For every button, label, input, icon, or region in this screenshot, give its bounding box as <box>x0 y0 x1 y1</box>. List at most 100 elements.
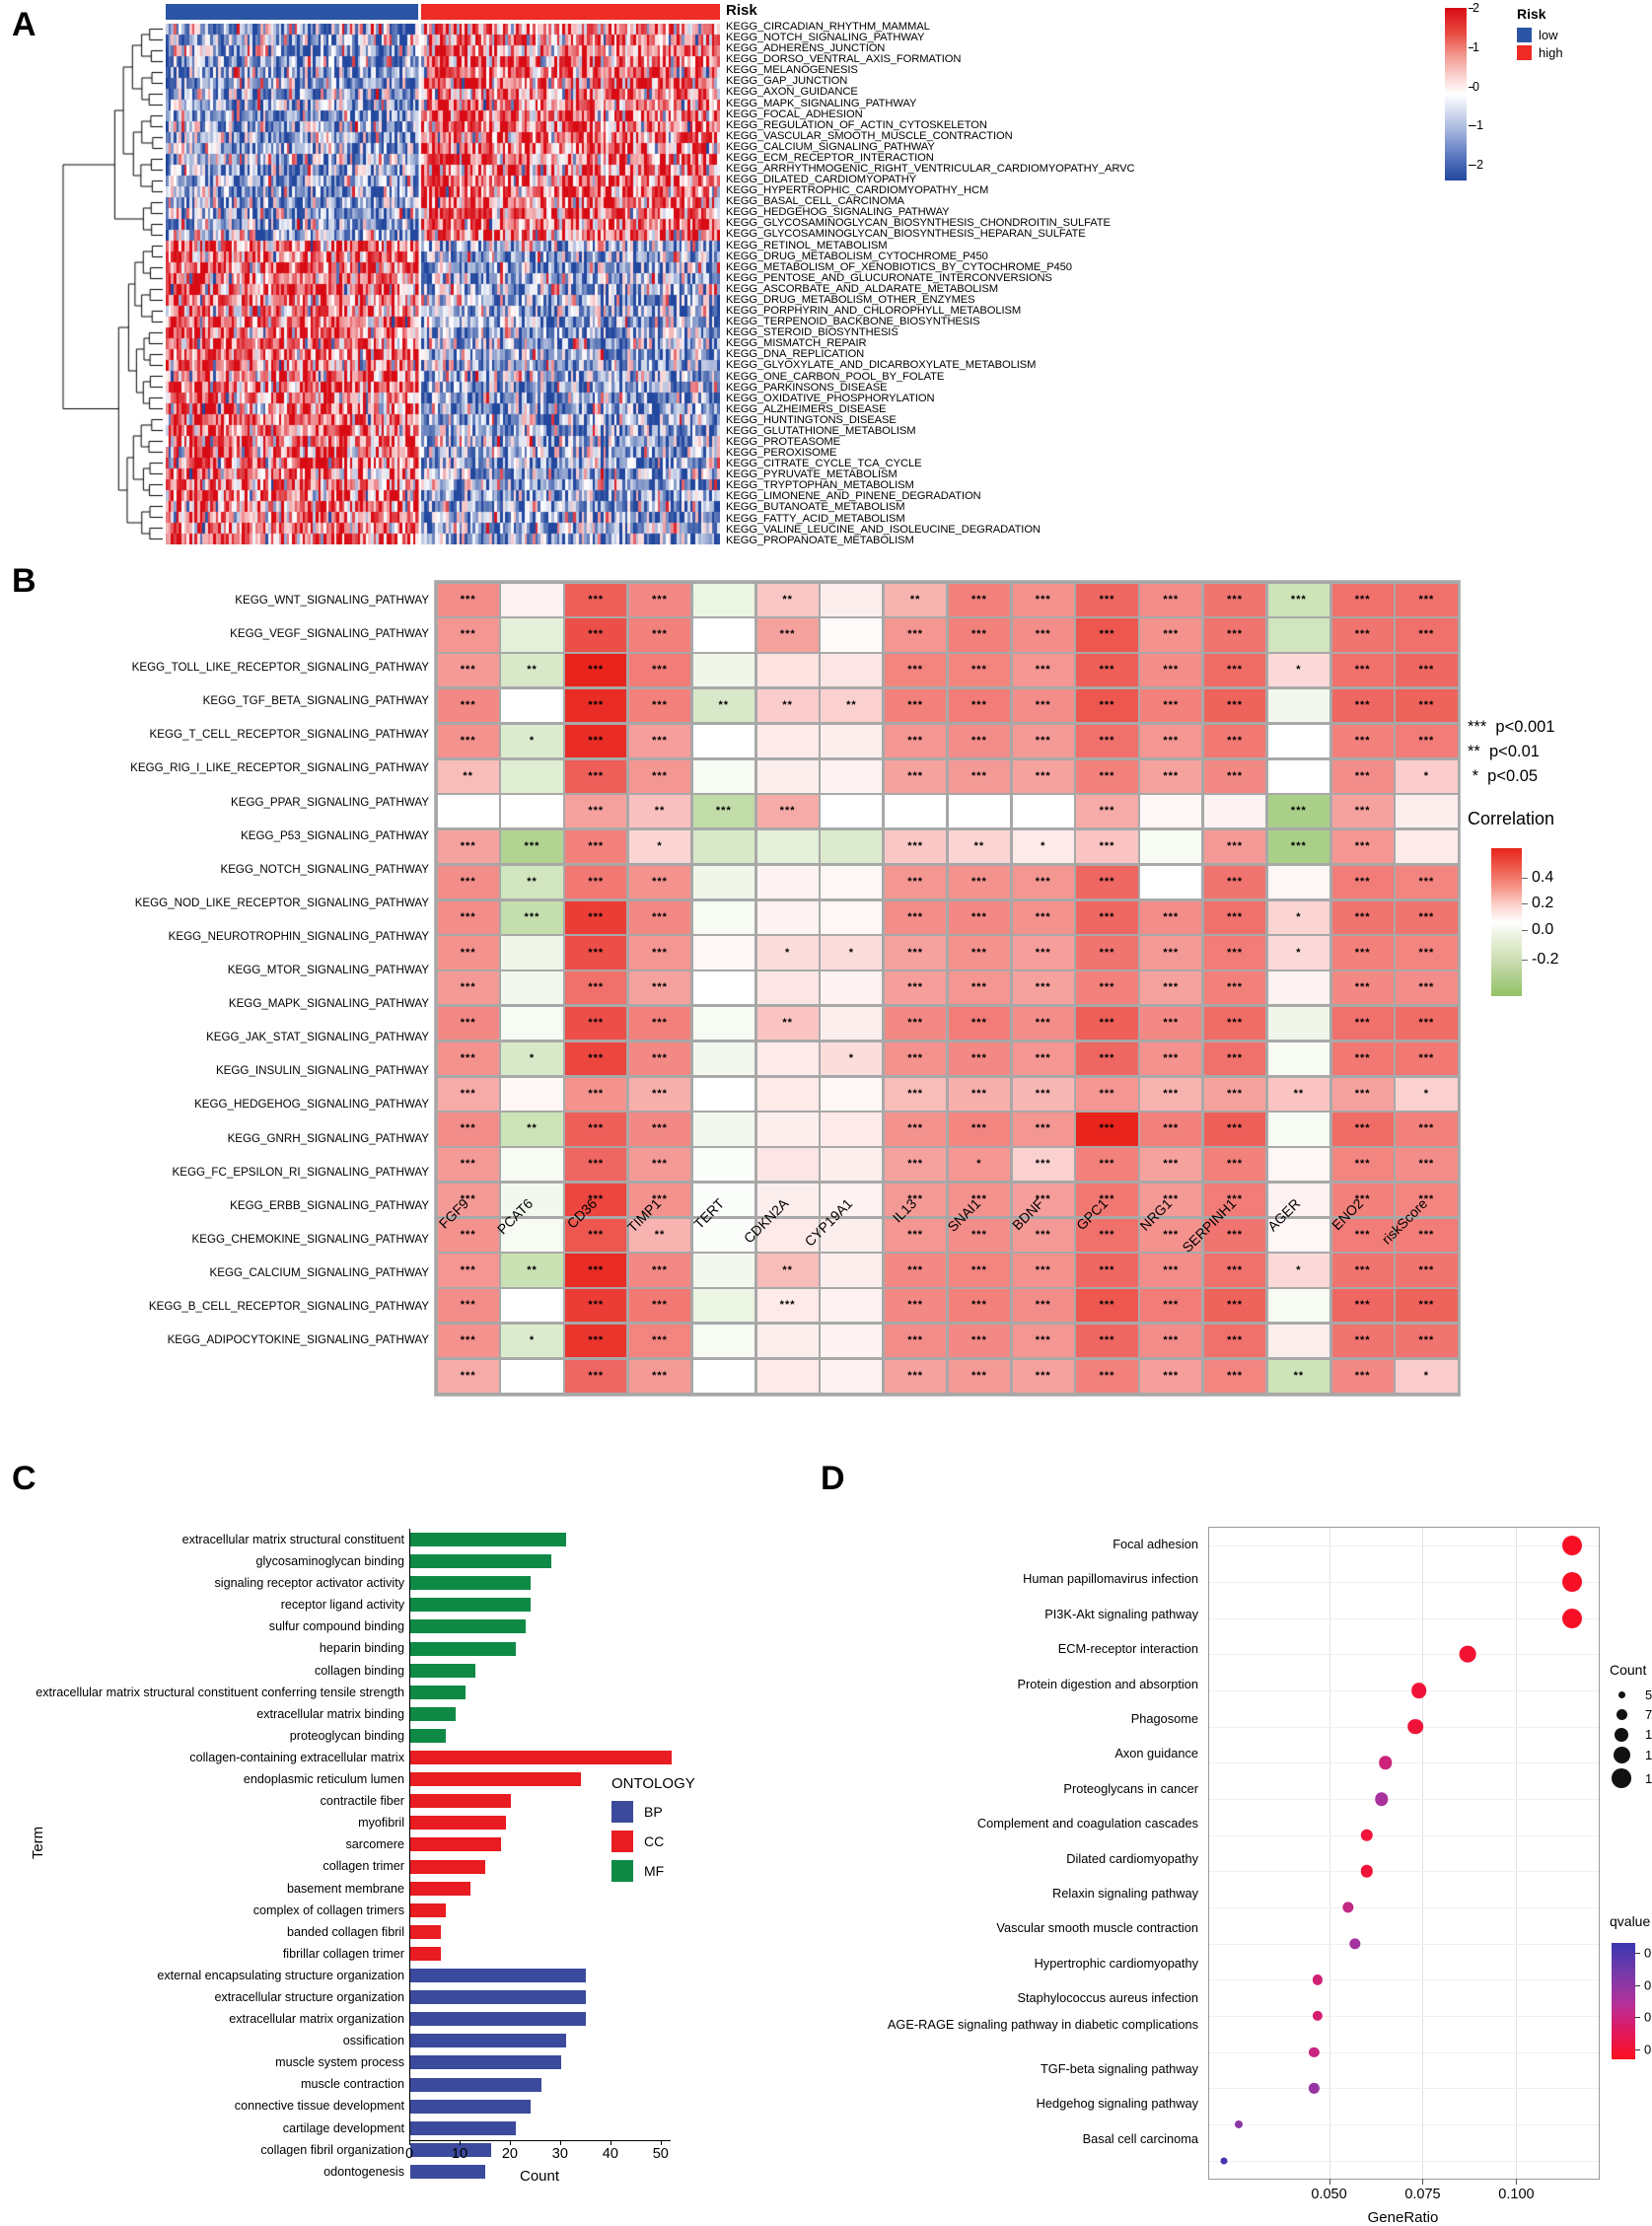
correlation-cell <box>1140 795 1202 828</box>
correlation-cell: *** <box>565 583 627 616</box>
correlation-cell: *** <box>1396 900 1458 934</box>
correlation-tick-label: 0.2 <box>1532 895 1554 912</box>
ontology-legend-item-bp: BP <box>611 1801 695 1823</box>
count-size-legend: Count 5.0 7.5 10.0 12.5 15.0 <box>1610 1662 1652 1793</box>
heatmap-row-label: KEGG_PROPANOATE_METABOLISM <box>726 534 914 546</box>
heatmap-row-label: KEGG_BUTANOATE_METABOLISM <box>726 501 905 514</box>
go-term-label: extracellular matrix binding <box>256 1706 404 1721</box>
kegg-dot <box>1378 1756 1393 1770</box>
go-term-label: proteoglycan binding <box>289 1728 404 1743</box>
correlation-cell: *** <box>1331 654 1394 687</box>
kegg-gridline <box>1516 1528 1518 2179</box>
correlation-cell: *** <box>1012 971 1074 1005</box>
correlation-cell: *** <box>885 1148 947 1182</box>
correlation-cell: *** <box>437 900 499 934</box>
correlation-cell: ** <box>437 759 499 793</box>
correlation-cell: *** <box>1331 795 1394 828</box>
correlation-cell <box>1140 865 1202 899</box>
go-x-tick-label: 20 <box>501 2146 518 2162</box>
correlation-cell: *** <box>1331 936 1394 969</box>
correlation-cell <box>756 865 819 899</box>
correlation-cell: *** <box>1076 654 1138 687</box>
correlation-cell: *** <box>1203 900 1266 934</box>
correlation-cell: *** <box>1203 1006 1266 1041</box>
correlation-cell: *** <box>1076 830 1138 864</box>
correlation-cell: *** <box>1140 1006 1202 1041</box>
correlation-cell <box>756 1041 819 1075</box>
correlation-cell: *** <box>1203 865 1266 899</box>
correlation-cell: *** <box>1140 1359 1202 1393</box>
risk-swatch-high <box>1517 45 1532 60</box>
kegg-gridline <box>1422 1528 1424 2179</box>
kegg-pathway-label: Relaxin signaling pathway <box>1052 1885 1198 1901</box>
kegg-row-gridline <box>1209 1582 1599 1583</box>
kegg-dot <box>1313 1975 1324 1985</box>
go-bar <box>410 1533 566 1546</box>
correlation-cell <box>692 1077 754 1111</box>
correlation-tick <box>1522 960 1528 962</box>
correlation-cell: *** <box>1203 1325 1266 1358</box>
correlation-cell: *** <box>565 936 627 969</box>
correlation-cell <box>821 971 883 1005</box>
correlation-cell: *** <box>437 654 499 687</box>
correlation-cell: *** <box>1203 724 1266 757</box>
correlation-cell: *** <box>565 900 627 934</box>
go-bar <box>410 1706 456 1721</box>
kegg-row-gridline <box>1209 2016 1599 2017</box>
correlation-cell: * <box>756 936 819 969</box>
risk-legend: Risk low high <box>1517 6 1563 63</box>
correlation-cell: *** <box>1203 1113 1266 1146</box>
correlation-cell: *** <box>948 688 1011 723</box>
go-term-label: sulfur compound binding <box>268 1619 404 1634</box>
correlation-cell: *** <box>628 1148 691 1182</box>
correlation-cell: *** <box>437 1041 499 1075</box>
correlation-cell: *** <box>565 1325 627 1358</box>
correlation-cell: *** <box>1203 1148 1266 1182</box>
risk-label-low: low <box>1539 28 1558 42</box>
correlation-cell: *** <box>885 1359 947 1393</box>
qvalue-tick <box>1635 1953 1640 1954</box>
correlation-cell: * <box>501 1041 563 1075</box>
ontology-swatch-cc <box>611 1831 633 1852</box>
correlation-cell <box>501 971 563 1005</box>
qvalue-colorbar-ticks: 0.04 0.03 0.02 0.01 <box>1635 1943 1652 2059</box>
correlation-cell: *** <box>1267 795 1329 828</box>
panel-b-correlation: B KEGG_WNT_SIGNALING_PATHWAY KEGG_VEGF_SI… <box>0 562 1652 1450</box>
kegg-dot <box>1374 1792 1389 1806</box>
go-term-label: receptor ligand activity <box>280 1598 404 1613</box>
ontology-label-bp: BP <box>644 1804 663 1820</box>
correlation-cell: *** <box>1140 1041 1202 1075</box>
correlation-cell: *** <box>565 971 627 1005</box>
heatmap-colorbar <box>1445 8 1467 180</box>
correlation-cell: *** <box>885 1113 947 1146</box>
correlation-cell: *** <box>1076 1148 1138 1182</box>
count-legend-label: 10.0 <box>1645 1727 1652 1742</box>
correlation-cell: *** <box>565 1041 627 1075</box>
go-term-label: collagen trimer <box>323 1859 404 1874</box>
correlation-cell: *** <box>565 795 627 828</box>
correlation-row-label: KEGG_RIG_I_LIKE_RECEPTOR_SIGNALING_PATHW… <box>130 761 429 775</box>
go-term-label: contractile fiber <box>320 1794 404 1809</box>
correlation-cell <box>821 1325 883 1358</box>
risk-swatch-low <box>1517 28 1532 42</box>
correlation-cell: *** <box>1203 618 1266 652</box>
correlation-cell: *** <box>1331 618 1394 652</box>
correlation-cell: * <box>821 1041 883 1075</box>
kegg-pathway-label: Phagosome <box>1130 1710 1198 1726</box>
correlation-cell <box>756 1113 819 1146</box>
kegg-dot <box>1360 1829 1373 1841</box>
correlation-cell: *** <box>948 1041 1011 1075</box>
correlation-cell <box>948 795 1011 828</box>
correlation-cell <box>1203 795 1266 828</box>
correlation-cell <box>692 1148 754 1182</box>
go-y-axis-title: Term <box>30 1826 47 1860</box>
go-term-label: external encapsulating structure organiz… <box>157 1968 404 1982</box>
correlation-cell: ** <box>756 688 819 723</box>
correlation-cell: *** <box>628 688 691 723</box>
correlation-cell: *** <box>885 1077 947 1111</box>
correlation-cell <box>756 1148 819 1182</box>
go-x-tick-label: 30 <box>551 2146 568 2162</box>
correlation-cell: *** <box>628 1006 691 1041</box>
correlation-cell: *** <box>565 618 627 652</box>
correlation-cell <box>501 583 563 616</box>
